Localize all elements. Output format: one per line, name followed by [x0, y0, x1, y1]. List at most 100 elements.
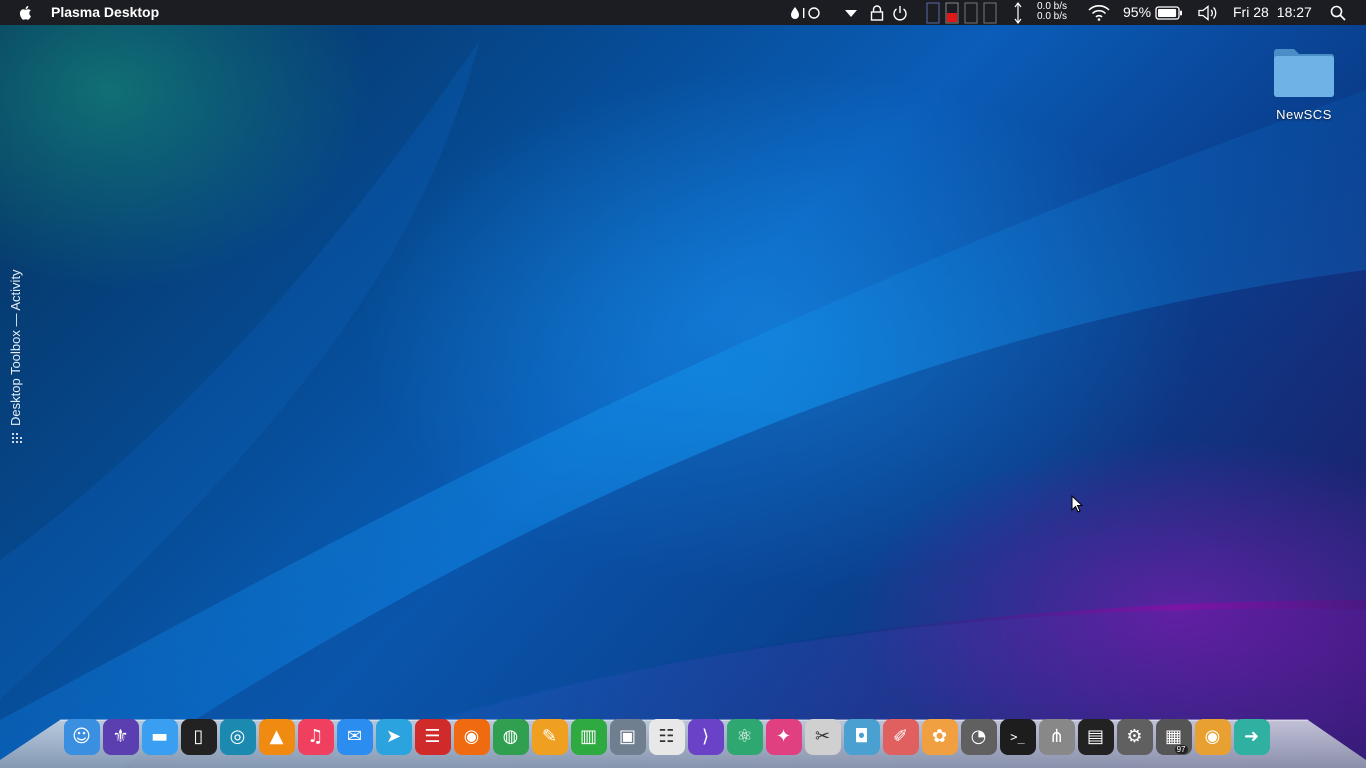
vscode-icon: ⟩ [701, 726, 710, 747]
dock-item-krita[interactable]: ⚜ [102, 719, 139, 755]
dock-item-activitymonitor[interactable]: ▤ [1077, 719, 1114, 755]
dock-item-claw[interactable]: ⋔ [1038, 719, 1075, 755]
camera-icon: ◘ [854, 726, 869, 747]
lock-icon [870, 4, 884, 21]
dock-item-ktorrent[interactable]: ◎ [219, 719, 256, 755]
dock-item-imagecapture[interactable]: ◘ [843, 719, 880, 755]
monitor-icon: ▤ [1086, 726, 1104, 747]
atom-icon: ⚛ [736, 726, 753, 747]
battery-percent[interactable]: 95% [1123, 4, 1151, 20]
brush-icon: ✐ [892, 726, 909, 747]
wifi-icon [1088, 4, 1110, 21]
dock-item-telegram[interactable]: ➤ [375, 719, 412, 755]
dock-item-screenshot[interactable]: ✂ [804, 719, 841, 755]
torrent-icon: ◎ [229, 726, 246, 747]
dock-item-preview[interactable]: ▣ [609, 719, 646, 755]
clock[interactable]: Fri 28 18:27 [1233, 4, 1320, 20]
dock-item-textedit[interactable]: ☷ [648, 719, 685, 755]
dock-item-terminal[interactable]: >_ [999, 719, 1036, 755]
toolbox-grip-icon [12, 433, 22, 443]
dock-item-finalcut[interactable]: ✦ [765, 719, 802, 755]
cd-icon: ◉ [1204, 726, 1221, 747]
wallpaper [0, 40, 1366, 768]
terminal-icon: >_ [1010, 730, 1025, 744]
clapper-icon: ✦ [775, 726, 792, 747]
dock-item-pixelmator[interactable]: ✐ [882, 719, 919, 755]
finder-icon: ☺ [72, 726, 91, 747]
mouse-pointer-icon [1071, 495, 1083, 513]
photos-icon: ▣ [618, 726, 636, 747]
gear-icon: ⚙ [1126, 726, 1143, 747]
dock-item-vlc[interactable]: ▲ [258, 719, 295, 755]
document-icon: ☷ [658, 726, 675, 747]
dock-item-music[interactable]: ♫ [297, 719, 334, 755]
search-button[interactable] [1330, 0, 1346, 25]
clock-time: 18:27 [1276, 4, 1312, 20]
dock-item-photos[interactable]: ✿ [921, 719, 958, 755]
power-button[interactable] [892, 0, 908, 25]
speaker-icon [1198, 4, 1217, 21]
dock-item-files[interactable]: ▬ [141, 719, 178, 755]
dock-item-atom[interactable]: ⚛ [726, 719, 763, 755]
folder-icon [1274, 49, 1334, 97]
network-arrows[interactable] [1013, 0, 1023, 25]
wifi-button[interactable] [1088, 0, 1110, 25]
trash-count-badge: 97 [1174, 745, 1188, 754]
dock-item-news[interactable]: ☰ [414, 719, 451, 755]
top-menu-bar: Plasma Desktop 0.0 b/s 0.0 b/s 95% Fri 2… [0, 0, 1366, 25]
dock-item-numbers[interactable]: ▥ [570, 719, 607, 755]
dock-item-kdeconnect2[interactable]: ➜ [1233, 719, 1270, 755]
desktop-toolbox[interactable]: Desktop Toolbox — Activity [8, 246, 26, 446]
dock-item-kdeconnect[interactable]: ▯ [180, 719, 217, 755]
dock-item-firefox[interactable]: ◉ [453, 719, 490, 755]
flower-icon: ✿ [931, 726, 948, 747]
paper-plane-icon: ➤ [385, 726, 402, 747]
trash-icon: ▦ [1164, 726, 1182, 747]
cone-icon: ▲ [269, 726, 284, 747]
lock-screen-button[interactable] [870, 0, 884, 25]
dock-item-vscode[interactable]: ⟩ [687, 719, 724, 755]
dock-item-diskusage[interactable]: ◔ [960, 719, 997, 755]
folder-label: NewSCS [1276, 107, 1332, 122]
dock-item-systemsettings[interactable]: ⚙ [1116, 719, 1153, 755]
chat-icon: ✉ [346, 726, 363, 747]
desktop-pager[interactable] [926, 0, 998, 25]
night-color-toggle[interactable] [789, 0, 823, 25]
dock-item-finder[interactable]: ☺ [63, 719, 100, 755]
droplet-icon [791, 6, 820, 19]
net-down-value: 0.0 b/s [1037, 11, 1068, 22]
clock-day: Fri 28 [1233, 4, 1269, 20]
dock-item-messenger[interactable]: ✉ [336, 719, 373, 755]
volume-button[interactable] [1198, 0, 1218, 25]
dock-item-pages[interactable]: ✎ [531, 719, 568, 755]
battery-button[interactable] [1155, 0, 1183, 25]
claw-icon: ⋔ [1048, 726, 1065, 747]
toolbox-label: Desktop Toolbox — Activity [8, 269, 23, 426]
folder-icon: ▬ [150, 726, 168, 747]
app-title[interactable]: Plasma Desktop [51, 4, 159, 20]
scissors-icon: ✂ [814, 726, 831, 747]
pencil-icon: ✎ [541, 726, 558, 747]
dock-item-trash[interactable]: ▦ 97 [1155, 719, 1192, 755]
phone-icon: ▯ [193, 726, 204, 747]
music-note-icon: ♫ [307, 726, 324, 747]
chrome-icon: ◍ [502, 726, 519, 747]
dock-item-cantata[interactable]: ◉ [1194, 719, 1231, 755]
power-icon [893, 5, 907, 20]
tray-expand-button[interactable] [844, 0, 858, 25]
gauge-icon: ◔ [970, 726, 987, 747]
pager-icon [926, 2, 997, 23]
dock-item-chrome[interactable]: ◍ [492, 719, 529, 755]
desktop-folder-newscs[interactable]: NewSCS [1268, 46, 1340, 122]
search-icon [1330, 5, 1346, 21]
firefox-icon: ◉ [463, 726, 480, 747]
arrow-icon: ➜ [1243, 726, 1260, 747]
battery-icon [1155, 5, 1182, 20]
fleur-icon: ⚜ [112, 726, 129, 747]
up-down-arrows-icon [1014, 1, 1022, 24]
triangle-down-icon [845, 9, 857, 17]
chart-icon: ▥ [579, 726, 597, 747]
network-speed: 0.0 b/s 0.0 b/s [1037, 2, 1067, 22]
apple-logo-icon[interactable] [18, 4, 34, 21]
newspaper-icon: ☰ [424, 726, 441, 747]
